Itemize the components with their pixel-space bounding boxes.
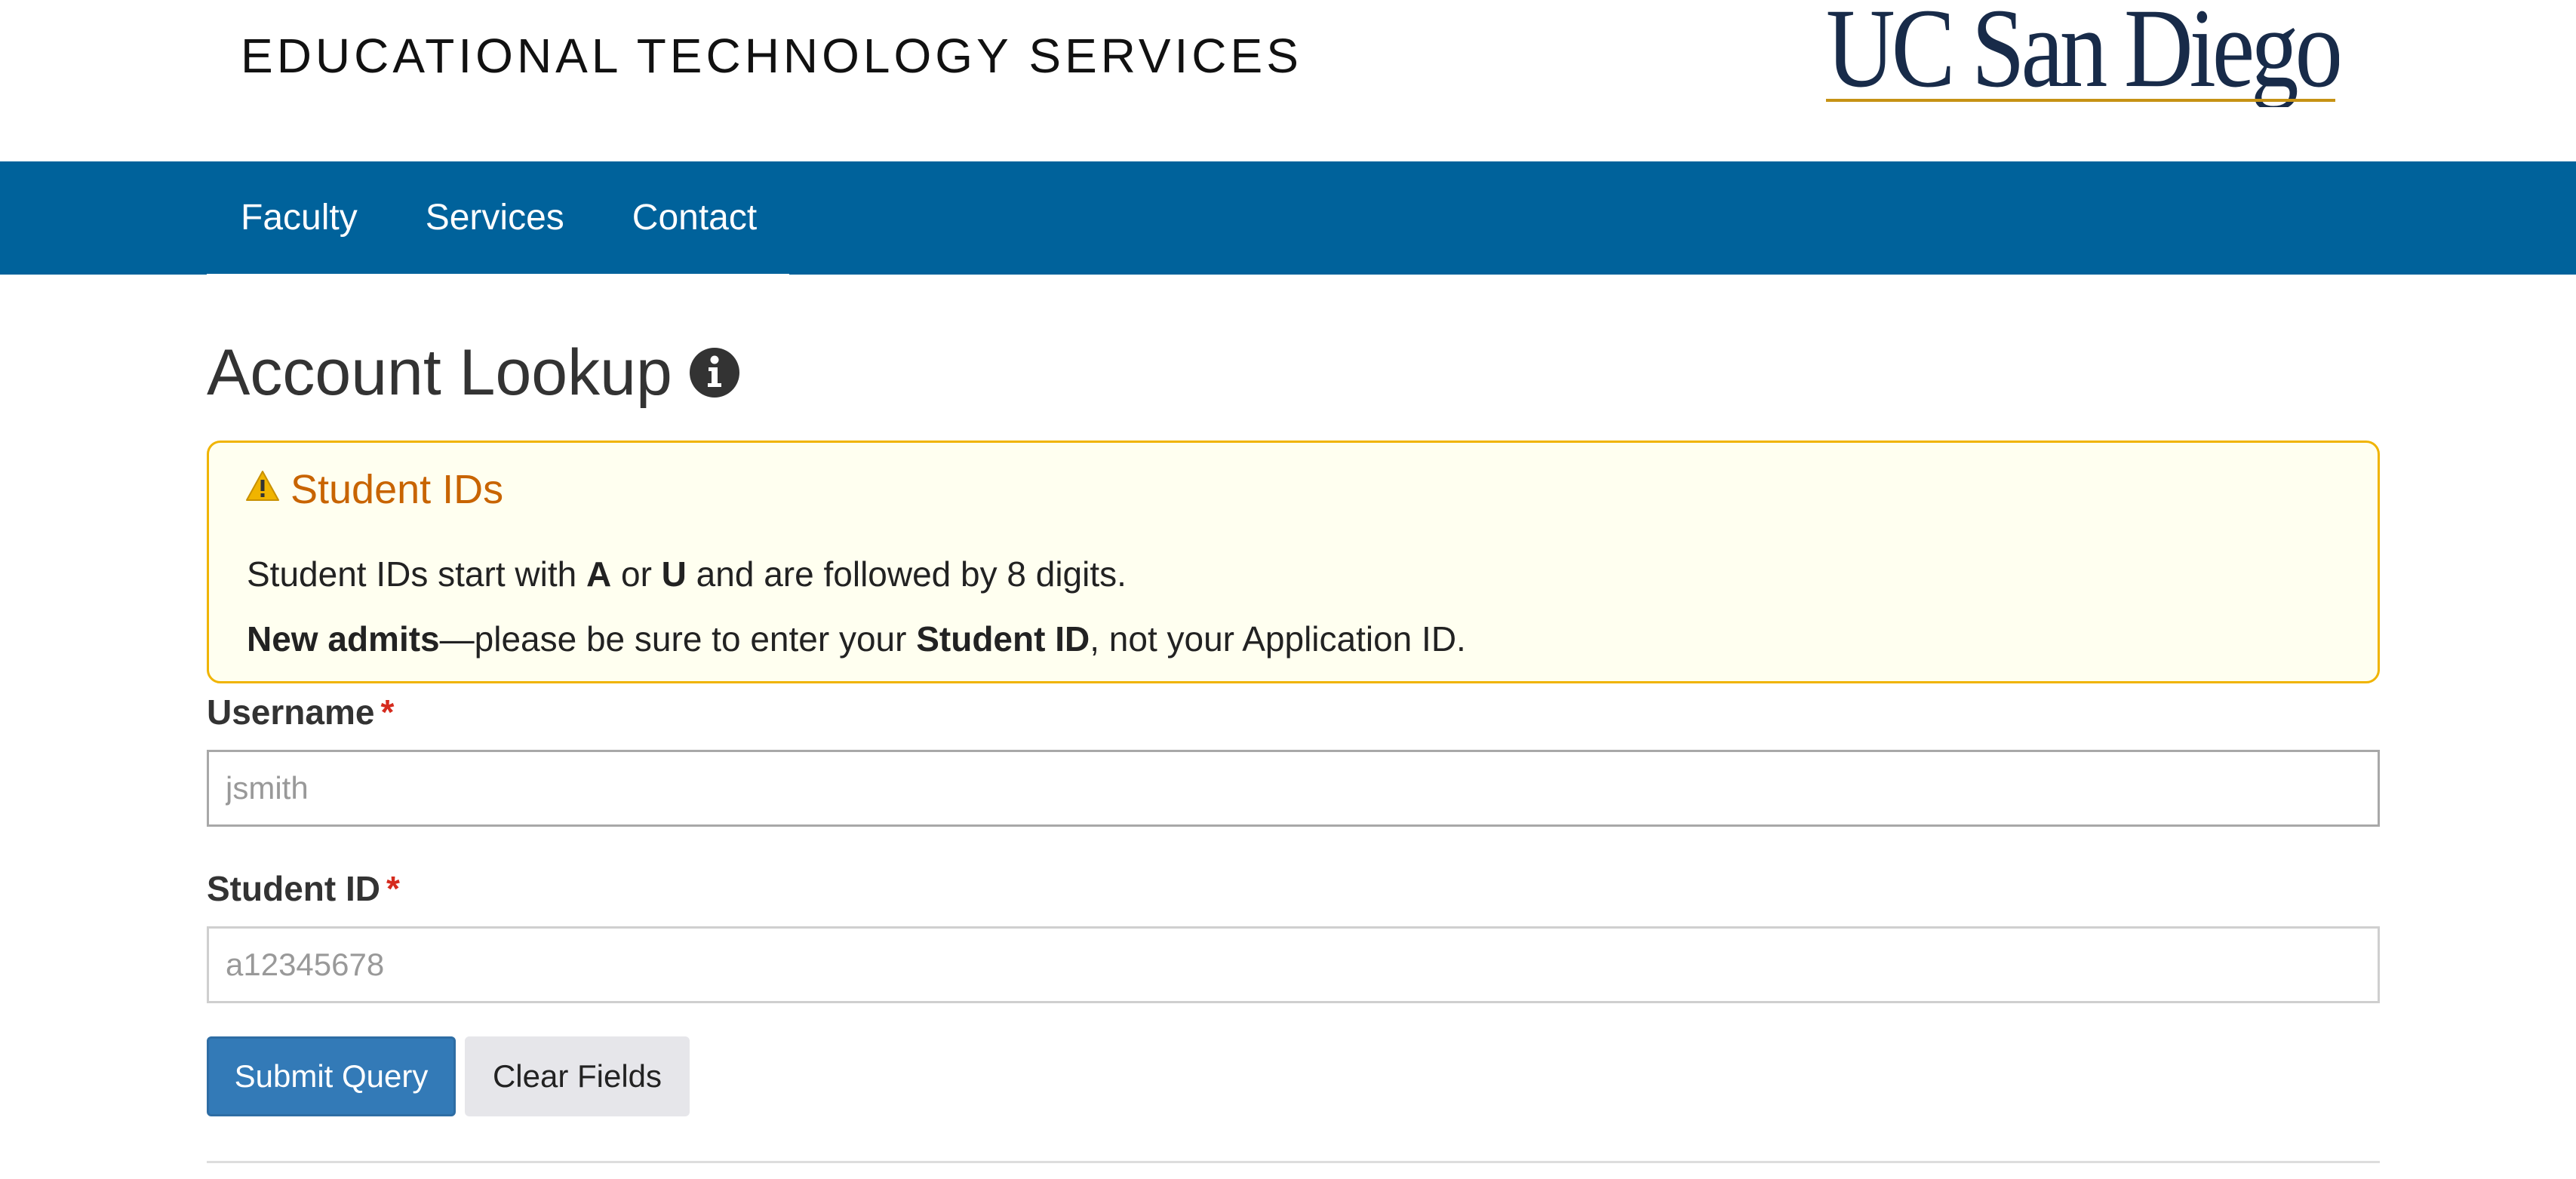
alert-text: —please be sure to enter your	[439, 619, 917, 659]
site-header: EDUCATIONAL TECHNOLOGY SERVICES UC San D…	[0, 0, 2576, 161]
alert-line-id-format: Student IDs start with A or U and are fo…	[247, 551, 1127, 597]
student-id-alert: Student IDs Student IDs start with A or …	[207, 441, 2380, 683]
student-id-input[interactable]	[207, 926, 2380, 1003]
logo-gold-rule	[1826, 99, 2335, 102]
nav-group: Faculty Services Contact	[207, 161, 789, 278]
alert-heading: Student IDs	[245, 465, 503, 514]
username-label-text: Username	[207, 692, 375, 732]
alert-line-new-admits: New admits—please be sure to enter your …	[247, 616, 1466, 662]
uc-san-diego-logo[interactable]: UC San Diego	[1826, 0, 2339, 107]
required-marker: *	[386, 869, 400, 908]
username-input[interactable]	[207, 750, 2380, 827]
nav-item-faculty[interactable]: Faculty	[241, 195, 358, 241]
alert-text: Student IDs start with	[247, 554, 586, 594]
page-title-row: Account Lookup	[207, 335, 740, 410]
student-id-label-text: Student ID	[207, 869, 380, 908]
nav-item-services[interactable]: Services	[426, 195, 564, 241]
warning-triangle-icon	[246, 471, 279, 501]
alert-text: , not your Application ID.	[1090, 619, 1466, 659]
site-title: EDUCATIONAL TECHNOLOGY SERVICES	[241, 29, 1302, 83]
submit-query-button[interactable]: Submit Query	[207, 1036, 456, 1116]
divider	[207, 1161, 2380, 1163]
alert-bold-text: Student ID	[916, 619, 1090, 659]
username-label: Username *	[207, 691, 394, 733]
nav-item-contact[interactable]: Contact	[632, 195, 757, 241]
alert-text: or	[611, 554, 662, 594]
alert-text: and are followed by 8 digits.	[686, 554, 1127, 594]
required-marker: *	[380, 692, 395, 732]
student-id-label: Student ID *	[207, 867, 400, 910]
alert-bold-text: A	[586, 554, 612, 594]
info-circle-icon[interactable]	[689, 347, 740, 398]
clear-fields-button[interactable]: Clear Fields	[465, 1036, 690, 1116]
logo-wordmark: UC San Diego	[1826, 0, 2339, 107]
alert-bold-text: New admits	[247, 619, 440, 659]
main-nav: Faculty Services Contact	[0, 161, 2576, 278]
alert-bold-text: U	[661, 554, 687, 594]
page-title: Account Lookup	[207, 336, 672, 409]
alert-title: Student IDs	[290, 467, 504, 512]
